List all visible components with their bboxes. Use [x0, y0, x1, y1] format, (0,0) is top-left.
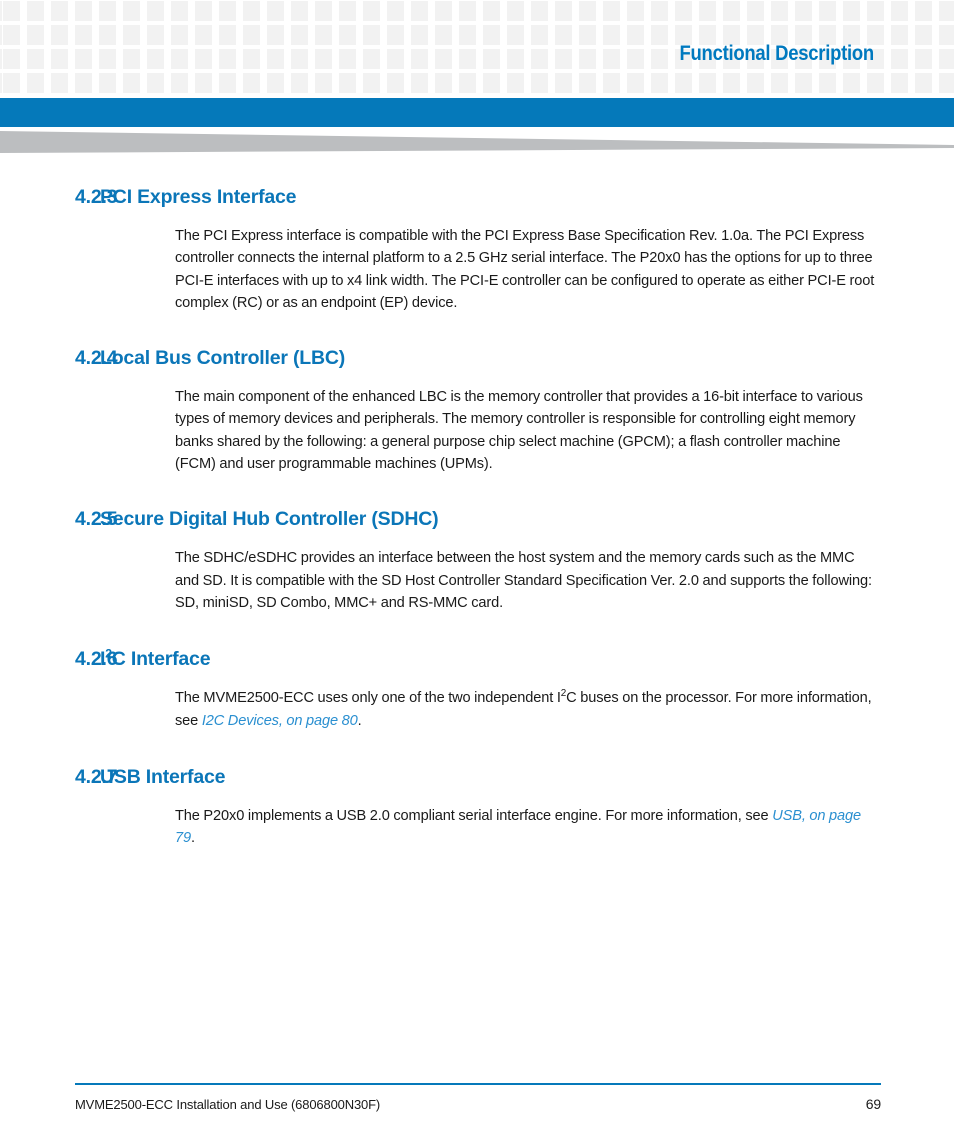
cross-reference-link[interactable]: I2C Devices, on page 80 [202, 713, 358, 729]
section-paragraph: The main component of the enhanced LBC i… [175, 389, 863, 473]
paragraph-text-tail: . [357, 712, 362, 729]
section-title: Secure Digital Hub Controller (SDHC) [100, 508, 439, 531]
header-wedge-shape [0, 131, 954, 153]
section-title: Local Bus Controller (LBC) [100, 347, 346, 370]
section-heading: 4.2.5 Secure Digital Hub Controller (SDH… [0, 508, 954, 531]
section-local-bus-controller: 4.2.4 Local Bus Controller (LBC) The mai… [0, 347, 954, 475]
section-paragraph: The MVME2500-ECC uses only one of the tw… [175, 687, 881, 732]
footer-rule [75, 1083, 881, 1085]
footer-row: MVME2500-ECC Installation and Use (68068… [75, 1096, 881, 1112]
section-number: 4.2.3 [75, 186, 118, 208]
section-i2c-interface: 4.2.6 I2C Interface The MVME2500-ECC use… [0, 648, 954, 732]
section-number: 4.2.7 [75, 765, 118, 788]
paragraph-text: The P20x0 implements a USB 2.0 compliant… [175, 807, 773, 824]
section-title: PCI Express Interface [100, 186, 297, 208]
page-header: Functional Description [0, 0, 954, 98]
section-number: 4.2.4 [75, 347, 118, 370]
section-paragraph: The PCI Express interface is compatible … [175, 228, 875, 311]
page-footer: MVME2500-ECC Installation and Use (68068… [75, 1083, 881, 1123]
section-heading: 4.2.3 PCI Express Interface [0, 186, 954, 209]
section-pci-express: 4.2.3 PCI Express Interface The PCI Expr… [0, 186, 954, 314]
section-heading: 4.2.4 Local Bus Controller (LBC) [0, 347, 954, 370]
section-paragraph: The P20x0 implements a USB 2.0 compliant… [175, 805, 881, 850]
section-title: USB Interface [100, 765, 226, 788]
section-number: 4.2.5 [75, 508, 118, 531]
footer-document-title: MVME2500-ECC Installation and Use (68068… [75, 1097, 381, 1112]
paragraph-text: The MVME2500-ECC uses only one of the tw… [175, 690, 561, 707]
section-title: I2C Interface [100, 648, 954, 671]
section-secure-digital-hub-controller: 4.2.5 Secure Digital Hub Controller (SDH… [0, 508, 954, 614]
header-accent-bar [0, 98, 954, 127]
paragraph-text-tail: . [191, 830, 195, 847]
page-header-title: Functional Description [679, 42, 875, 65]
header-gray-wedge [0, 131, 954, 153]
section-usb-interface: 4.2.7 USB Interface The P20x0 implements… [0, 766, 954, 850]
footer-page-number: 69 [865, 1096, 881, 1112]
section-paragraph: The SDHC/eSDHC provides an interface bet… [175, 550, 872, 611]
section-title-text-tail: C Interface [111, 648, 211, 671]
section-heading: 4.2.6 I2C Interface [0, 648, 954, 671]
section-number: 4.2.6 [75, 648, 118, 671]
section-heading: 4.2.7 USB Interface [0, 766, 954, 789]
page-content: 4.2.3 PCI Express Interface The PCI Expr… [0, 160, 954, 849]
